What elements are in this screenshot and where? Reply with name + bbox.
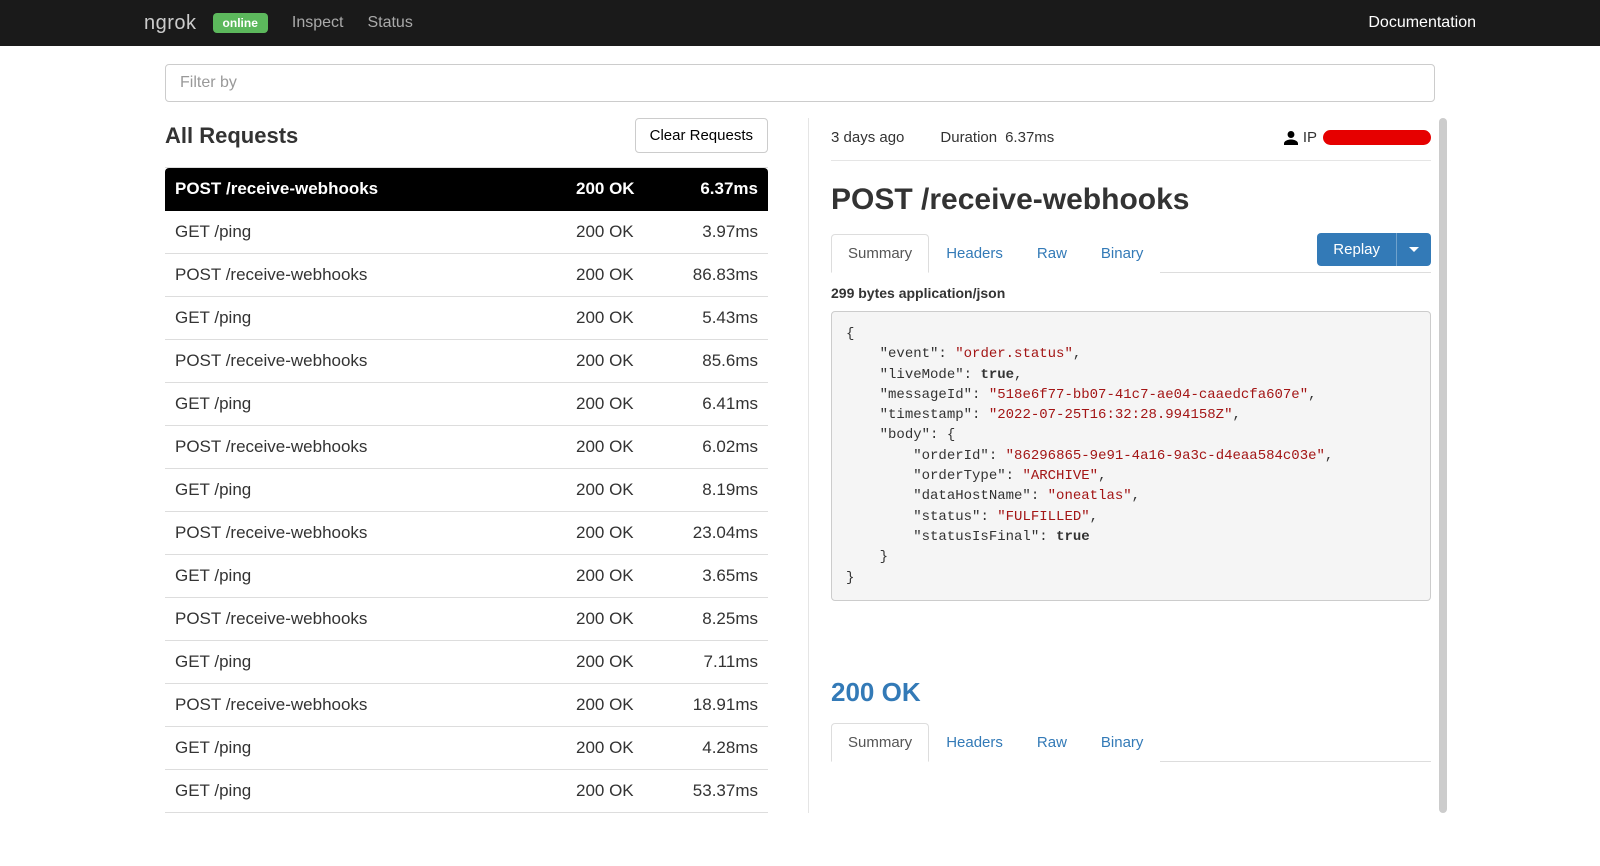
request-duration: 86.83ms xyxy=(662,265,758,285)
request-list-panel: All Requests Clear Requests POST /receiv… xyxy=(165,118,768,813)
request-method-path: POST /receive-webhooks xyxy=(175,265,576,285)
tab-headers[interactable]: Headers xyxy=(929,234,1020,273)
request-status: 200 OK xyxy=(576,265,662,285)
request-row[interactable]: GET /ping200 OK6.41ms xyxy=(165,383,768,426)
response-tab-binary[interactable]: Binary xyxy=(1084,723,1161,762)
request-age: 3 days ago xyxy=(831,129,904,146)
nav-docs[interactable]: Documentation xyxy=(1368,14,1476,31)
ip-label: IP xyxy=(1303,129,1317,146)
detail-panel: 3 days ago Duration 6.37ms IP POST /rece… xyxy=(808,118,1435,813)
request-duration: 53.37ms xyxy=(662,781,758,801)
request-row[interactable]: POST /receive-webhooks200 OK23.04ms xyxy=(165,512,768,555)
request-status: 200 OK xyxy=(576,179,662,199)
request-row[interactable]: GET /ping200 OK5.43ms xyxy=(165,297,768,340)
ip-redacted xyxy=(1323,130,1431,145)
request-status: 200 OK xyxy=(576,222,662,242)
request-method-path: POST /receive-webhooks xyxy=(175,695,576,715)
scrollbar[interactable] xyxy=(1439,118,1447,813)
request-duration: 3.65ms xyxy=(662,566,758,586)
request-method-path: GET /ping xyxy=(175,222,576,242)
request-row[interactable]: GET /ping200 OK7.11ms xyxy=(165,641,768,684)
request-method-path: GET /ping xyxy=(175,394,576,414)
request-status: 200 OK xyxy=(576,394,662,414)
request-duration: 23.04ms xyxy=(662,523,758,543)
request-method-path: GET /ping xyxy=(175,566,576,586)
request-duration: 6.37ms xyxy=(662,179,758,199)
replay-dropdown-toggle[interactable] xyxy=(1396,233,1431,266)
request-status: 200 OK xyxy=(576,523,662,543)
response-tabs: Summary Headers Raw Binary xyxy=(831,722,1431,761)
brand: ngrok xyxy=(144,12,197,35)
request-title: POST /receive-webhooks xyxy=(831,161,1431,233)
duration-label: Duration xyxy=(940,129,997,146)
request-method-path: GET /ping xyxy=(175,308,576,328)
request-row[interactable]: POST /receive-webhooks200 OK86.83ms xyxy=(165,254,768,297)
request-duration: 3.97ms xyxy=(662,222,758,242)
request-row[interactable]: GET /ping200 OK4.28ms xyxy=(165,727,768,770)
tab-summary[interactable]: Summary xyxy=(831,234,929,273)
request-method-path: POST /receive-webhooks xyxy=(175,179,576,199)
request-duration: 5.43ms xyxy=(662,308,758,328)
request-duration: 4.28ms xyxy=(662,738,758,758)
request-status: 200 OK xyxy=(576,437,662,457)
request-row[interactable]: POST /receive-webhooks200 OK8.25ms xyxy=(165,598,768,641)
filter-input[interactable] xyxy=(165,64,1435,102)
request-method-path: GET /ping xyxy=(175,738,576,758)
request-row[interactable]: GET /ping200 OK53.37ms xyxy=(165,770,768,813)
response-tab-raw[interactable]: Raw xyxy=(1020,723,1084,762)
request-row[interactable]: GET /ping200 OK8.19ms xyxy=(165,469,768,512)
tab-raw[interactable]: Raw xyxy=(1020,234,1084,273)
request-tabs: Summary Headers Raw Binary xyxy=(831,233,1317,272)
nav-inspect[interactable]: Inspect xyxy=(292,14,344,32)
request-row[interactable]: POST /receive-webhooks200 OK18.91ms xyxy=(165,684,768,727)
nav-status[interactable]: Status xyxy=(367,14,412,32)
request-method-path: POST /receive-webhooks xyxy=(175,351,576,371)
request-method-path: POST /receive-webhooks xyxy=(175,523,576,543)
request-method-path: GET /ping xyxy=(175,781,576,801)
request-duration: 8.19ms xyxy=(662,480,758,500)
response-status: 200 OK xyxy=(831,657,1431,722)
replay-label[interactable]: Replay xyxy=(1317,233,1396,266)
request-status: 200 OK xyxy=(576,308,662,328)
request-status: 200 OK xyxy=(576,738,662,758)
request-duration: 6.02ms xyxy=(662,437,758,457)
navbar: ngrok online Inspect Status Documentatio… xyxy=(0,0,1600,46)
request-row[interactable]: POST /receive-webhooks200 OK85.6ms xyxy=(165,340,768,383)
request-method-path: GET /ping xyxy=(175,480,576,500)
request-status: 200 OK xyxy=(576,695,662,715)
user-icon xyxy=(1283,130,1299,146)
duration-value: 6.37ms xyxy=(1005,129,1054,146)
tab-binary[interactable]: Binary xyxy=(1084,234,1161,273)
request-method-path: GET /ping xyxy=(175,652,576,672)
replay-button[interactable]: Replay xyxy=(1317,233,1431,266)
content-type: 299 bytes application/json xyxy=(831,273,1431,311)
clear-requests-button[interactable]: Clear Requests xyxy=(635,118,768,153)
request-duration: 8.25ms xyxy=(662,609,758,629)
request-status: 200 OK xyxy=(576,566,662,586)
request-status: 200 OK xyxy=(576,652,662,672)
request-duration: 85.6ms xyxy=(662,351,758,371)
request-status: 200 OK xyxy=(576,351,662,371)
request-status: 200 OK xyxy=(576,609,662,629)
request-status: 200 OK xyxy=(576,781,662,801)
request-method-path: POST /receive-webhooks xyxy=(175,437,576,457)
response-tab-summary[interactable]: Summary xyxy=(831,723,929,762)
request-row[interactable]: GET /ping200 OK3.97ms xyxy=(165,211,768,254)
request-status: 200 OK xyxy=(576,480,662,500)
request-row[interactable]: POST /receive-webhooks200 OK6.02ms xyxy=(165,426,768,469)
request-body: { "event": "order.status", "liveMode": t… xyxy=(831,311,1431,601)
status-badge: online xyxy=(213,13,268,33)
request-method-path: POST /receive-webhooks xyxy=(175,609,576,629)
request-duration: 18.91ms xyxy=(662,695,758,715)
request-row[interactable]: POST /receive-webhooks200 OK6.37ms xyxy=(165,168,768,211)
chevron-down-icon xyxy=(1409,247,1419,252)
request-duration: 7.11ms xyxy=(662,652,758,672)
response-tab-headers[interactable]: Headers xyxy=(929,723,1020,762)
requests-title: All Requests xyxy=(165,123,298,149)
request-duration: 6.41ms xyxy=(662,394,758,414)
request-row[interactable]: GET /ping200 OK3.65ms xyxy=(165,555,768,598)
